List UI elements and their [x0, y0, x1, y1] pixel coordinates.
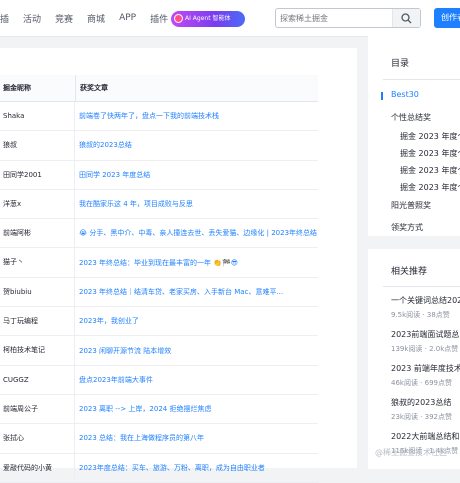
award-article-link[interactable]: 2023 离职 --> 上岸，2024 拒绝摆烂焦虑 [75, 404, 318, 414]
nav-item-partial[interactable]: 插 [0, 12, 9, 25]
nav-item-plugins[interactable]: 插件 [150, 12, 168, 25]
award-article-link[interactable]: 2023 总结：我在上海做程序员的第八年 [75, 433, 318, 443]
table-row: 贺biubiu 2023 年终总结｜结清车贷、老家买房、入手新台 Mac、意难平.… [0, 277, 318, 308]
winner-nickname: CUGGZ [0, 365, 75, 394]
winner-nickname: 洋葱x [0, 189, 75, 219]
nav-item-app[interactable]: APP [119, 13, 136, 23]
search-input[interactable] [280, 11, 390, 25]
toc-item[interactable]: 领奖方式 [391, 222, 423, 233]
winner-nickname: 前端周公子 [0, 394, 75, 424]
winner-nickname: 爱敲代码的小黄 [0, 453, 75, 482]
award-article-link[interactable]: 我在酷家乐这 4 年，项目成败与反思 [75, 199, 318, 209]
nav-item-events[interactable]: 活动 [23, 12, 41, 25]
toc-item[interactable]: 掘金 2023 年度个 [400, 131, 460, 142]
winner-nickname: 田同学2001 [0, 160, 75, 189]
ai-logo-icon [174, 14, 183, 23]
award-article-link[interactable]: 2023 闲聊开源节流 陆本增效 [75, 346, 318, 356]
award-article-link[interactable]: 前端卷了快两年了，盘点一下我的前端技术栈 [75, 111, 318, 121]
watermark: @稀土掘金技术社区 [375, 448, 447, 457]
table-row: 前端周公子 2023 离职 --> 上岸，2024 拒绝摆烂焦虑 [0, 394, 318, 425]
create-button[interactable]: 创作者中 [434, 8, 460, 28]
related-articles: 相关推荐 一个关键词总结202 9.5k阅读 · 38点赞 2023前端面试题总 13… [368, 249, 460, 469]
column-header-article: 获奖文章 [75, 75, 108, 101]
award-article-link[interactable]: 狼叔的2023总结 [75, 140, 318, 150]
toc-item[interactable]: 掘金 2023 年度个 [400, 165, 460, 176]
table-body: Shaka 前端卷了快两年了，盘点一下我的前端技术栈 狼叔 狼叔的2023总结 田同学2… [0, 102, 318, 483]
main-nav: 插 活动 竞赛 商城 APP 插件 [0, 0, 182, 36]
table-row: Shaka 前端卷了快两年了，盘点一下我的前端技术栈 [0, 102, 318, 132]
winner-nickname: 柯柏技术笔记 [0, 336, 75, 365]
search-button[interactable] [392, 9, 420, 27]
related-article-title[interactable]: 狼叔的2023总结 [391, 397, 451, 408]
award-article-link[interactable]: 2023年，我创业了 [75, 316, 318, 326]
table-row: 张拭心 2023 总结：我在上海做程序员的第八年 [0, 424, 318, 454]
top-header: 插 活动 竞赛 商城 APP 插件 AI Agent 智能体 创作者中 [0, 0, 460, 37]
award-article-link[interactable]: 😭 分手、黑中介、中毒、亲人撞连去世、丢失爱猫、边缘化 | 2023年终总结 [75, 228, 318, 238]
related-article-stats: 23k阅读 · 392点赞 [391, 413, 452, 421]
awards-table: 掘金昵称 获奖文章 Shaka 前端卷了快两年了，盘点一下我的前端技术栈 狼叔 狼叔的… [0, 75, 318, 483]
nav-item-mall[interactable]: 商城 [87, 12, 105, 25]
toc-title: 目录 [391, 59, 410, 69]
award-article-link[interactable]: 田同学 2023 年度总结 [75, 170, 318, 180]
table-row: 狼叔 狼叔的2023总结 [0, 131, 318, 161]
related-article-stats: 46k阅读 · 699点赞 [391, 379, 452, 387]
right-sidebar: 目录 Best30 个性总结奖掘金 2023 年度个 掘金 2023 年度个 掘金 2… [368, 36, 460, 469]
award-article-link[interactable]: 2023年度总结：买车、旅游、万粉、离职，成为自由职业者 [75, 463, 318, 473]
related-article-title[interactable]: 2023 前端年度技术 [391, 363, 460, 374]
winner-nickname: 张拭心 [0, 424, 75, 453]
article-content: 掘金昵称 获奖文章 Shaka 前端卷了快两年了，盘点一下我的前端技术栈 狼叔 狼叔的… [0, 48, 357, 483]
related-divider [383, 286, 460, 287]
related-article-title[interactable]: 一个关键词总结202 [391, 295, 460, 306]
toc-item[interactable]: 阳光普照奖 [391, 200, 431, 211]
nav-item-contests[interactable]: 竞赛 [55, 12, 73, 25]
table-row: 猫子丶 2023 年终总结：毕业到现在最丰富的一年 👏🏁😎 [0, 248, 318, 278]
toc-item[interactable]: 掘金 2023 年度个 [400, 148, 460, 159]
column-header-nickname: 掘金昵称 [3, 84, 31, 92]
table-row: 田同学2001 田同学 2023 年度总结 [0, 160, 318, 190]
search-icon [401, 13, 412, 24]
winner-nickname: 狼叔 [0, 131, 75, 160]
toc-divider [383, 79, 460, 80]
related-article-title[interactable]: 2022大前端总结和 [391, 431, 459, 442]
winner-nickname: Shaka [0, 102, 75, 131]
winner-nickname: 马丁玩编程 [0, 307, 75, 336]
table-header: 掘金昵称 获奖文章 [0, 75, 318, 102]
related-title: 相关推荐 [391, 267, 428, 277]
table-row: CUGGZ 盘点2023年前端大事件 [0, 365, 318, 395]
table-row: 马丁玩编程 2023年，我创业了 [0, 307, 318, 337]
toc-item[interactable]: 个性总结奖 [391, 112, 431, 123]
related-article-stats: 9.5k阅读 · 38点赞 [391, 311, 450, 319]
toc-item[interactable]: 掘金 2023 年度个 [400, 182, 460, 193]
related-article-title[interactable]: 2023前端面试题总 [391, 329, 459, 340]
related-article-stats: 139k阅读 · 2.0k点赞 [391, 345, 459, 353]
toc-active-indicator [381, 92, 383, 100]
winner-nickname: 前端阿彬 [0, 219, 75, 248]
table-of-contents: 目录 Best30 个性总结奖掘金 2023 年度个 掘金 2023 年度个 掘金 2… [368, 36, 460, 236]
winner-nickname: 猫子丶 [0, 248, 75, 277]
toc-item[interactable]: Best30 [391, 90, 419, 99]
ai-agent-badge[interactable]: AI Agent 智能体 [171, 11, 245, 27]
table-row: 爱敲代码的小黄 2023年度总结：买车、旅游、万粉、离职，成为自由职业者 [0, 453, 318, 483]
winner-nickname: 贺biubiu [0, 277, 75, 307]
table-row: 柯柏技术笔记 2023 闲聊开源节流 陆本增效 [0, 336, 318, 366]
award-article-link[interactable]: 盘点2023年前端大事件 [75, 375, 318, 385]
table-row: 洋葱x 我在酷家乐这 4 年，项目成败与反思 [0, 189, 318, 220]
award-article-link[interactable]: 2023 年终总结｜结清车贷、老家买房、入手新台 Mac、意难平... [75, 287, 318, 297]
award-article-link[interactable]: 2023 年终总结：毕业到现在最丰富的一年 👏🏁😎 [75, 258, 318, 268]
ai-agent-label: AI Agent 智能体 [185, 15, 231, 22]
table-row: 前端阿彬 😭 分手、黑中介、中毒、亲人撞连去世、丢失爱猫、边缘化 | 2023年终… [0, 219, 318, 249]
